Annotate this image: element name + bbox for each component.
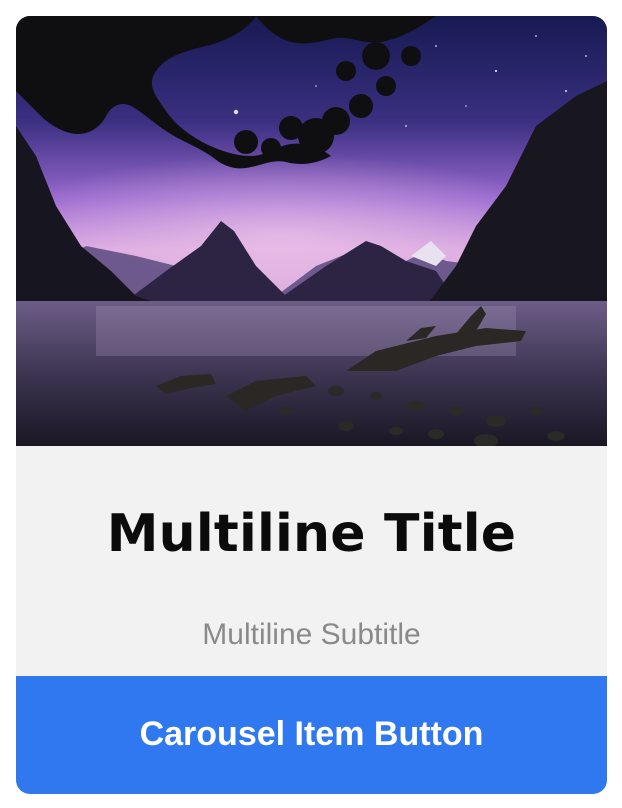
- card-subtitle: Multiline Subtitle: [202, 618, 421, 651]
- hero-image: [16, 16, 607, 446]
- carousel-item-card: Multiline Title Multiline Subtitle Carou…: [16, 16, 607, 794]
- carousel-item-button[interactable]: Carousel Item Button: [16, 676, 607, 794]
- card-title: Multiline Title: [106, 504, 517, 564]
- card-body: Multiline Title Multiline Subtitle: [16, 446, 607, 676]
- carousel-item-button-label: Carousel Item Button: [139, 715, 484, 753]
